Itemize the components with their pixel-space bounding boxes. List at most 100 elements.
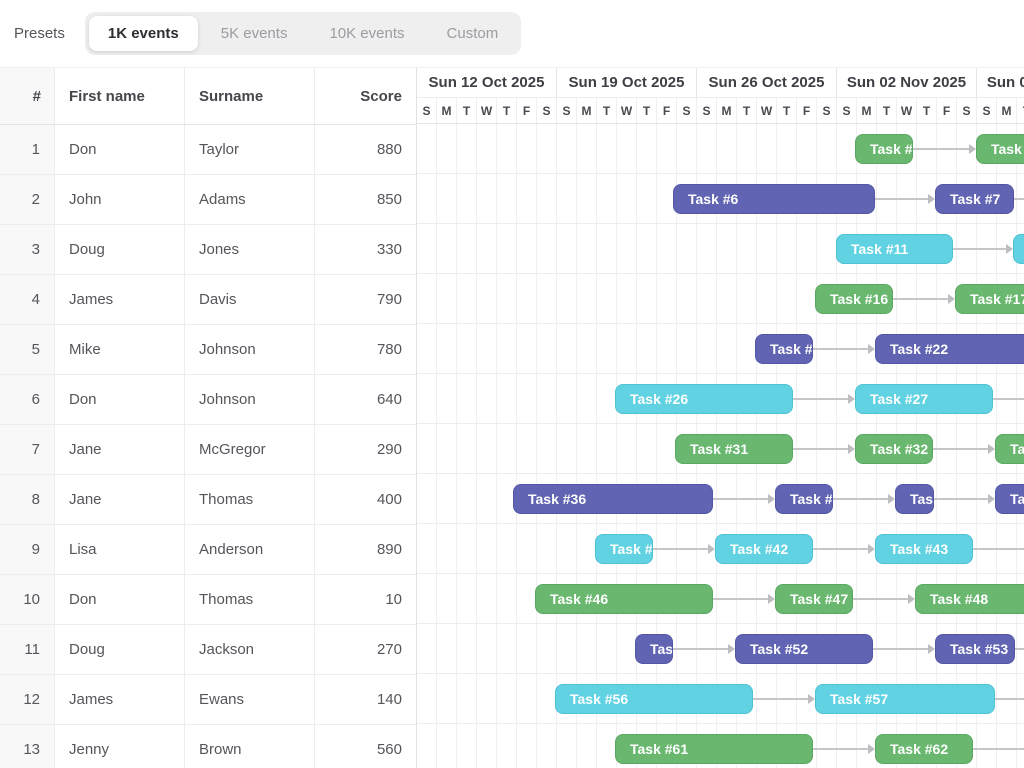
day-header-cell[interactable]: W (897, 98, 917, 123)
day-header-cell[interactable]: S (697, 98, 717, 123)
day-header-cell[interactable]: S (977, 98, 997, 123)
task-bar[interactable]: Task #27 (855, 384, 993, 414)
gantt-row: Task #6 Task #7 (417, 174, 1024, 224)
dependency-arrow-icon (848, 444, 855, 454)
task-bar[interactable]: Task #52 (735, 634, 873, 664)
week-header-cell[interactable]: Sun 12 Oct 2025 (417, 68, 557, 97)
task-bar[interactable]: Task #7 (935, 184, 1014, 214)
day-header-cell[interactable]: M (717, 98, 737, 123)
task-bar[interactable]: Task #46 (535, 584, 713, 614)
day-header-cell[interactable]: S (957, 98, 977, 123)
day-header-cell[interactable]: F (517, 98, 537, 123)
day-header-cell[interactable]: T (637, 98, 657, 123)
day-header-cell[interactable]: W (477, 98, 497, 123)
cell-surname: Thomas (185, 475, 315, 524)
task-bar[interactable]: Task #32 (855, 434, 933, 464)
day-header-cell[interactable]: T (877, 98, 897, 123)
day-header-cell[interactable]: F (937, 98, 957, 123)
day-header-cell[interactable]: S (817, 98, 837, 123)
day-header-cell[interactable]: T (497, 98, 517, 123)
week-header-cell[interactable]: Sun 02 Nov 2025 (837, 68, 977, 97)
column-header-surname[interactable]: Surname (185, 68, 315, 124)
dependency-arrow-icon (808, 694, 815, 704)
task-bar[interactable]: Task #2 (976, 134, 1024, 164)
column-header-score[interactable]: Score (315, 68, 416, 124)
table-row[interactable]: 7JaneMcGregor290 (0, 425, 416, 475)
table-row[interactable]: 3DougJones330 (0, 225, 416, 275)
task-bar[interactable]: Task #1 (855, 134, 913, 164)
task-bar[interactable]: Task #61 (615, 734, 813, 764)
preset-button-1k-events[interactable]: 1K events (89, 16, 198, 51)
table-row[interactable]: 12JamesEwans140 (0, 675, 416, 725)
table-row[interactable]: 13JennyBrown560 (0, 725, 416, 768)
task-bar[interactable]: Task #26 (615, 384, 793, 414)
day-header-cell[interactable]: F (657, 98, 677, 123)
grid-panel: # First name Surname Score 1DonTaylor880… (0, 68, 417, 768)
task-bar[interactable]: Task #6 (673, 184, 875, 214)
table-row[interactable]: 6DonJohnson640 (0, 375, 416, 425)
preset-button-custom[interactable]: Custom (428, 16, 518, 51)
task-bar[interactable]: Task #48 (915, 584, 1024, 614)
day-header-cell[interactable]: S (557, 98, 577, 123)
cell-score: 10 (315, 575, 416, 624)
task-bar[interactable]: Task #62 (875, 734, 973, 764)
task-bar[interactable]: Task #47 (775, 584, 853, 614)
task-bar[interactable]: Task #17 (955, 284, 1024, 314)
dependency-line (875, 198, 929, 200)
task-bar[interactable]: Task #36 (513, 484, 713, 514)
day-header-cell[interactable]: W (757, 98, 777, 123)
task-bar[interactable]: Task #57 (815, 684, 995, 714)
table-row[interactable]: 5MikeJohnson780 (0, 325, 416, 375)
week-header-cell[interactable]: Sun 09 Nov 2025 (977, 68, 1024, 97)
task-bar[interactable]: Task #22 (875, 334, 1024, 364)
day-header-cell[interactable]: T (737, 98, 757, 123)
task-bar[interactable]: Task #56 (555, 684, 753, 714)
day-header-cell[interactable]: M (577, 98, 597, 123)
dependency-arrow-icon (1006, 244, 1013, 254)
table-row[interactable]: 10DonThomas10 (0, 575, 416, 625)
task-bar[interactable]: Task #38 (895, 484, 934, 514)
task-bar[interactable]: Task #11 (836, 234, 953, 264)
table-row[interactable]: 11DougJackson270 (0, 625, 416, 675)
task-bar[interactable]: Task #41 (595, 534, 653, 564)
task-bar[interactable]: Task #33 (995, 434, 1024, 464)
day-header-cell[interactable]: T (1017, 98, 1024, 123)
task-bar[interactable]: Task #53 (935, 634, 1015, 664)
week-header-cell[interactable]: Sun 19 Oct 2025 (557, 68, 697, 97)
day-header-cell[interactable]: S (537, 98, 557, 123)
task-bar[interactable]: Task #39 (995, 484, 1024, 514)
task-bar[interactable]: Task #43 (875, 534, 973, 564)
dependency-arrow-icon (988, 444, 995, 454)
day-header-cell[interactable]: M (437, 98, 457, 123)
week-header-cell[interactable]: Sun 26 Oct 2025 (697, 68, 837, 97)
task-bar[interactable]: Task #51 (635, 634, 673, 664)
column-header-number[interactable]: # (0, 68, 55, 124)
task-bar[interactable]: Task #12 (1013, 234, 1024, 264)
table-row[interactable]: 1DonTaylor880 (0, 125, 416, 175)
day-header-cell[interactable]: M (997, 98, 1017, 123)
day-header-cell[interactable]: W (617, 98, 637, 123)
day-header-cell[interactable]: S (837, 98, 857, 123)
task-bar[interactable]: Task #21 (755, 334, 813, 364)
task-bar[interactable]: Task #42 (715, 534, 813, 564)
table-row[interactable]: 9LisaAnderson890 (0, 525, 416, 575)
gantt-row: Task #46 Task #47 Task #48 (417, 574, 1024, 624)
task-bar[interactable]: Task #31 (675, 434, 793, 464)
day-header-cell[interactable]: S (677, 98, 697, 123)
task-bar[interactable]: Task #16 (815, 284, 893, 314)
day-header-cell[interactable]: T (917, 98, 937, 123)
day-header-cell[interactable]: F (797, 98, 817, 123)
day-header-cell[interactable]: M (857, 98, 877, 123)
preset-button-5k-events[interactable]: 5K events (202, 16, 307, 51)
task-bar[interactable]: Task #37 (775, 484, 833, 514)
cell-row-number: 4 (0, 275, 55, 324)
table-row[interactable]: 8JaneThomas400 (0, 475, 416, 525)
table-row[interactable]: 4JamesDavis790 (0, 275, 416, 325)
table-row[interactable]: 2JohnAdams850 (0, 175, 416, 225)
day-header-cell[interactable]: T (597, 98, 617, 123)
preset-button-10k-events[interactable]: 10K events (310, 16, 423, 51)
day-header-cell[interactable]: T (457, 98, 477, 123)
day-header-cell[interactable]: T (777, 98, 797, 123)
day-header-cell[interactable]: S (417, 98, 437, 123)
column-header-first-name[interactable]: First name (55, 68, 185, 124)
